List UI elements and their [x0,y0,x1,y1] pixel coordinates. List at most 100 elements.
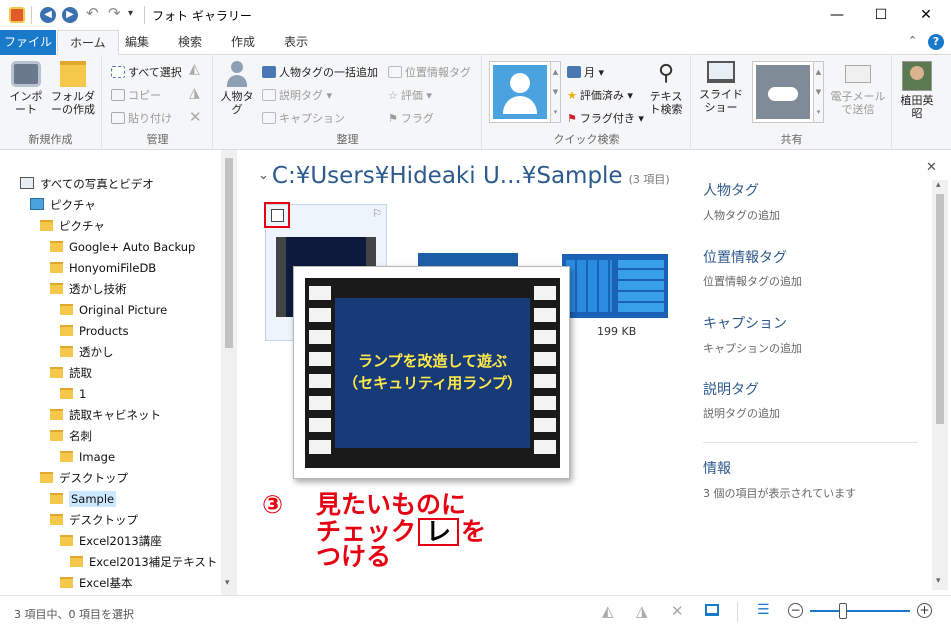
detail-info-heading: 情報 [703,461,731,477]
onedrive-gallery[interactable] [752,61,814,123]
sidebar-item[interactable]: 名刺 [0,426,221,447]
zoom-slider-thumb[interactable] [839,603,847,619]
flagged-button[interactable]: ⚑ フラグ付き ▾ [567,110,644,126]
sidebar-item[interactable]: Original Picture [0,300,221,321]
email-button[interactable]: 電子メールで送信 [830,61,886,116]
new-folder-button[interactable]: フォルダーの作成 [48,61,98,116]
account-button[interactable]: 植田英昭 [896,61,938,120]
nav-scrollbar[interactable]: ▾ [221,150,237,595]
import-button[interactable]: インポート [6,61,46,116]
thumbnail-3[interactable] [562,254,668,318]
detail-caption-add[interactable]: キャプションの追加 [703,340,802,356]
sidebar-item[interactable]: 読取 [0,363,221,384]
sidebar-item[interactable]: 1 [0,384,221,405]
undo-icon[interactable]: ↶ [86,4,99,22]
tab-create[interactable]: 作成 [219,30,267,55]
detail-people-add[interactable]: 人物タグの追加 [703,207,780,223]
text-search-button[interactable]: ⚲ テキスト検索 [645,61,687,116]
window-title: フォト ギャラリー [152,9,252,23]
sidebar-item-label: デスクトップ [59,471,128,485]
zoom-in-icon[interactable]: + [917,603,932,618]
rotate-left-icon[interactable]: ◭ [189,61,200,77]
details-pane: 人物タグ 人物タグの追加 位置情報タグ 位置情報タグの追加 キャプション キャプ… [692,150,932,595]
slideshow-button[interactable]: スライドショー [698,61,744,114]
slideshow-status-icon[interactable] [705,604,719,616]
folder-icon [40,220,53,231]
people-bulk-button[interactable]: 人物タグの一括追加 [262,64,378,80]
rotate-right-icon[interactable]: ◮ [189,85,200,101]
sidebar-item[interactable]: Sample [0,489,221,510]
rotate-left-status-icon[interactable]: ◭ [602,602,614,620]
thumbnail-checkbox[interactable] [264,202,290,228]
geo-tag-button[interactable]: 位置情報タグ [388,64,471,80]
tab-file[interactable]: ファイル [0,30,56,55]
share-gallery-scroll[interactable]: ▲ ▼ ▾ [814,61,824,123]
sidebar-item-label: Sample [69,491,117,507]
preview-image: ランプを改造して遊ぶ （セキュリティ用ランプ） [305,278,560,468]
sidebar-item[interactable]: Image [0,447,221,468]
flag-button[interactable]: ⚑ フラグ [388,110,434,126]
folder-icon [50,367,63,378]
sidebar-item[interactable]: デスクトップ [0,468,221,489]
gallery-scroll[interactable]: ▲ ▼ ▾ [551,61,561,123]
select-all-button[interactable]: すべて選択 [111,64,182,80]
redo-icon[interactable]: ↷ [108,4,121,22]
sidebar-item[interactable]: ピクチャ [0,195,221,216]
qat-dropdown-icon[interactable]: ▾ [128,8,133,19]
rating-button[interactable]: ☆ 評価 ▾ [388,87,432,103]
maximize-button[interactable]: ☐ [858,0,904,30]
sidebar-item-label: 透かし技術 [69,282,127,296]
sidebar-item[interactable]: Products [0,321,221,342]
nav-tree: すべての写真とビデオ ピクチャ ピクチャ Google+ Auto Backup Hon… [0,174,221,594]
sidebar-item[interactable]: Excel基本 [0,573,221,594]
tab-search[interactable]: 検索 [166,30,214,55]
zoom-slider[interactable] [810,603,910,619]
detail-desc-add[interactable]: 説明タグの追加 [703,405,780,421]
sidebar-item[interactable]: デスクトップ [0,510,221,531]
sidebar-item[interactable]: Excel2013補足テキスト [0,552,221,573]
group-share: スライドショー ▲ ▼ ▾ 電子メールで送信 共有 [692,55,892,150]
app-icon [9,7,25,23]
details-scrollbar[interactable]: ▴ ▾ [932,180,948,590]
sidebar-item[interactable]: Excel2013講座 [0,531,221,552]
tab-view[interactable]: 表示 [272,30,320,55]
tab-edit[interactable]: 編集 [113,30,161,55]
person-tile-icon [493,65,547,119]
sidebar-item[interactable]: 読取キャビネット [0,405,221,426]
sidebar-item[interactable]: Google+ Auto Backup [0,237,221,258]
people-tag-button[interactable]: 人物タグ [220,61,254,116]
sidebar-item[interactable]: HonyomiFileDB [0,258,221,279]
paste-icon [111,112,125,124]
people-gallery[interactable] [489,61,551,123]
folder-icon [50,430,63,441]
paste-button[interactable]: 貼り付け [111,110,172,126]
copy-button[interactable]: コピー [111,87,161,103]
rated-button[interactable]: ★ 評価済み ▾ [567,87,633,103]
tab-home[interactable]: ホーム [57,30,119,56]
ribbon-tabs: ファイル ホーム 編集 検索 作成 表示 ⌃ ? [0,30,951,56]
delete-status-icon[interactable]: ✕ [671,602,684,620]
collapse-chevron-icon[interactable]: ⌄ [258,168,269,183]
month-button[interactable]: 月 ▾ [567,64,604,80]
zoom-out-icon[interactable]: − [788,603,803,618]
sidebar-item-label: Original Picture [79,303,168,317]
desc-tag-button[interactable]: 説明タグ ▾ [262,87,332,103]
sidebar-item[interactable]: ピクチャ [0,216,221,237]
back-icon[interactable]: ◀ [40,7,56,23]
sidebar-item[interactable]: 透かし技術 [0,279,221,300]
collapse-ribbon-icon[interactable]: ⌃ [908,34,917,47]
rotate-right-status-icon[interactable]: ◮ [636,602,648,620]
help-icon[interactable]: ? [928,34,944,50]
sidebar-item[interactable]: 透かし [0,342,221,363]
caption-button[interactable]: キャプション [262,110,345,126]
details-view-icon[interactable]: ☰ [757,602,770,618]
close-details-icon[interactable]: ✕ [926,160,937,175]
close-button[interactable]: ✕ [903,0,949,30]
delete-icon[interactable]: ✕ [189,108,202,126]
sidebar-item[interactable]: すべての写真とビデオ [0,174,221,195]
forward-icon[interactable]: ▶ [62,7,78,23]
flag-icon[interactable]: ⚐ [372,207,382,220]
minimize-button[interactable]: — [814,0,860,30]
detail-geo-add[interactable]: 位置情報タグの追加 [703,273,802,289]
ribbon: インポート フォルダーの作成 新規作成 すべて選択 コピー 貼り付け ◭ ◮ ✕… [0,55,951,150]
